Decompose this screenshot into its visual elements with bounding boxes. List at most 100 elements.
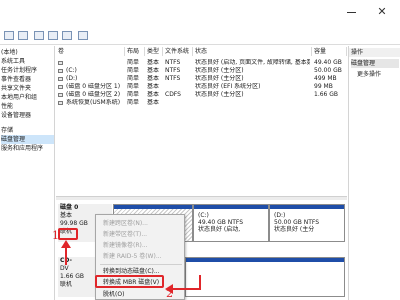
refresh-icon[interactable] [78, 31, 88, 40]
volume-capacity: 499 MB [314, 75, 337, 82]
volume-fs: NTFS [165, 75, 181, 82]
partition-c-name: (C:) [198, 212, 209, 219]
volume-status: 状态良好 (主分区) [195, 67, 244, 74]
menu-item-new-raid5[interactable]: 新建 RAID-5 卷(W)... [96, 252, 185, 261]
volume-layout: 简单 [127, 75, 140, 82]
partition-cdrom[interactable] [185, 257, 345, 297]
volume-type: 基本 [147, 75, 160, 82]
nav-item-event-viewer[interactable]: 事件查看器 [1, 75, 54, 84]
console-tree-icon[interactable] [34, 31, 44, 40]
properties-icon[interactable] [48, 31, 58, 40]
nav-item-disk-management[interactable]: 磁盘管理 [1, 135, 54, 144]
volume-layout: 简单 [127, 67, 140, 74]
partition-d[interactable]: (D:) 50.00 GB NTFS 状态良好 (主分 [269, 204, 345, 242]
partition-c[interactable]: (C:) 49.40 GB NTFS 状态良好 (启动, [193, 204, 269, 242]
volume-status: 状态良好 (EFI 系统分区) [195, 83, 261, 90]
toolbar [0, 27, 400, 45]
pane-splitter[interactable] [56, 196, 347, 200]
volume-icon [58, 101, 63, 105]
actions-header: 操作 [349, 48, 400, 57]
volume-type: 基本 [147, 99, 160, 106]
volume-icon [58, 93, 63, 97]
volume-capacity: 49.40 GB [314, 59, 342, 66]
partition-bar [194, 205, 268, 209]
volume-type: 基本 [147, 67, 160, 74]
volume-layout: 简单 [127, 91, 140, 98]
step-1-arrow-icon [61, 240, 71, 265]
volume-fs [165, 83, 192, 91]
volume-fs: CDFS [165, 91, 181, 98]
volume-row[interactable]: (磁盘 0 磁盘分区 1) 简单 基本 状态良好 (EFI 系统分区) 99 M… [56, 83, 347, 91]
forward-icon[interactable] [18, 31, 28, 40]
volume-capacity: 50.00 GB [314, 67, 342, 74]
step-2-highlight [95, 275, 164, 288]
nav-item-task-scheduler[interactable]: 任务计划程序 [1, 66, 54, 75]
volume-icon [58, 85, 63, 89]
volume-status [195, 99, 310, 107]
column-header-layout[interactable]: 布局 [125, 47, 145, 56]
back-icon[interactable] [4, 31, 14, 40]
help-icon[interactable] [62, 31, 72, 40]
column-header-capacity[interactable]: 容量 [312, 47, 347, 56]
nav-item-local[interactable]: (本地) [1, 48, 54, 57]
disk-0-title: 磁盘 0 [60, 204, 79, 211]
minimize-button[interactable] [344, 6, 360, 18]
menu-item-new-mirrored[interactable]: 新建镜像卷(R)... [96, 241, 185, 250]
column-header-volume[interactable]: 卷 [56, 47, 125, 56]
partition-c-size: 49.40 GB NTFS [198, 219, 244, 226]
volume-status: 状态良好 (主分区) [195, 91, 244, 98]
volume-capacity: 99 MB [314, 83, 333, 90]
volume-row[interactable]: 简单 基本 NTFS 状态良好 (启动, 页面文件, 故障转储, 基本数据分区)… [56, 59, 347, 67]
close-button[interactable]: ✕ [374, 6, 390, 18]
volume-name: 系统恢复(USM系统) [66, 99, 121, 106]
menu-item-new-striped[interactable]: 新建带区卷(T)... [96, 230, 185, 239]
volume-status: 状态良好 (主分区) [195, 75, 244, 82]
volume-type: 基本 [147, 59, 160, 66]
nav-item-system-tools[interactable]: 系统工具 [1, 57, 54, 66]
volume-fs: NTFS [165, 59, 181, 66]
volume-row[interactable]: (C:) 简单 基本 NTFS 状态良好 (主分区) 50.00 GB [56, 67, 347, 75]
volume-fs [165, 99, 192, 107]
volume-name: (D:) [66, 75, 78, 82]
volume-name: (C:) [66, 67, 77, 74]
nav-item-storage[interactable]: 存储 [1, 126, 54, 135]
volume-name [66, 59, 124, 67]
partition-bar [186, 258, 344, 262]
volume-fs: NTFS [165, 67, 181, 74]
volume-layout: 简单 [127, 59, 140, 66]
console-tree: (本地) 系统工具 任务计划程序 事件查看器 共享文件夹 本地用户和组 性能 设… [0, 46, 55, 300]
nav-item-services[interactable]: 服务和应用程序 [1, 144, 54, 153]
volume-icon [58, 77, 63, 81]
actions-more[interactable]: 更多操作 [357, 70, 381, 79]
column-header-filesystem[interactable]: 文件系统 [163, 47, 193, 56]
partition-d-size: 50.00 GB NTFS [274, 219, 320, 226]
volume-layout: 简单 [127, 83, 140, 90]
step-2-label: 2 [166, 287, 173, 300]
partition-bar [114, 205, 192, 209]
partition-d-status: 状态良好 (主分 [274, 226, 315, 233]
volume-row[interactable]: (磁盘 0 磁盘分区 2) 简单 基本 CDFS 状态良好 (主分区) 1.66… [56, 91, 347, 99]
partition-bar [270, 205, 344, 209]
menu-item-new-spanned[interactable]: 新建跨区卷(N)... [96, 219, 185, 228]
volume-layout: 简单 [127, 99, 140, 106]
actions-disk-management[interactable]: 磁盘管理 [351, 59, 399, 68]
volume-capacity: 1.66 GB [314, 91, 339, 98]
volume-capacity [314, 99, 347, 107]
actions-pane: 操作 磁盘管理 更多操作 [348, 46, 400, 300]
nav-item-local-users[interactable]: 本地用户和组 [1, 93, 54, 102]
nav-item-device-manager[interactable]: 设备管理器 [1, 111, 54, 120]
volume-status: 状态良好 (启动, 页面文件, 故障转储, 基本数据分区) [195, 59, 310, 66]
volume-row[interactable]: (D:) 简单 基本 NTFS 状态良好 (主分区) 499 MB [56, 75, 347, 83]
volume-name: (磁盘 0 磁盘分区 2) [66, 91, 121, 98]
nav-item-shared-folders[interactable]: 共享文件夹 [1, 84, 54, 93]
nav-item-performance[interactable]: 性能 [1, 102, 54, 111]
column-header-type[interactable]: 类型 [145, 47, 163, 56]
volume-type: 基本 [147, 83, 160, 90]
step-1-highlight [58, 228, 78, 240]
volume-row[interactable]: 系统恢复(USM系统) 简单 基本 [56, 99, 347, 107]
title-bar: ✕ [0, 0, 400, 26]
partition-d-name: (D:) [274, 212, 286, 219]
column-header-status[interactable]: 状态 [193, 47, 312, 56]
volume-type: 基本 [147, 91, 160, 98]
menu-separator [100, 264, 182, 265]
